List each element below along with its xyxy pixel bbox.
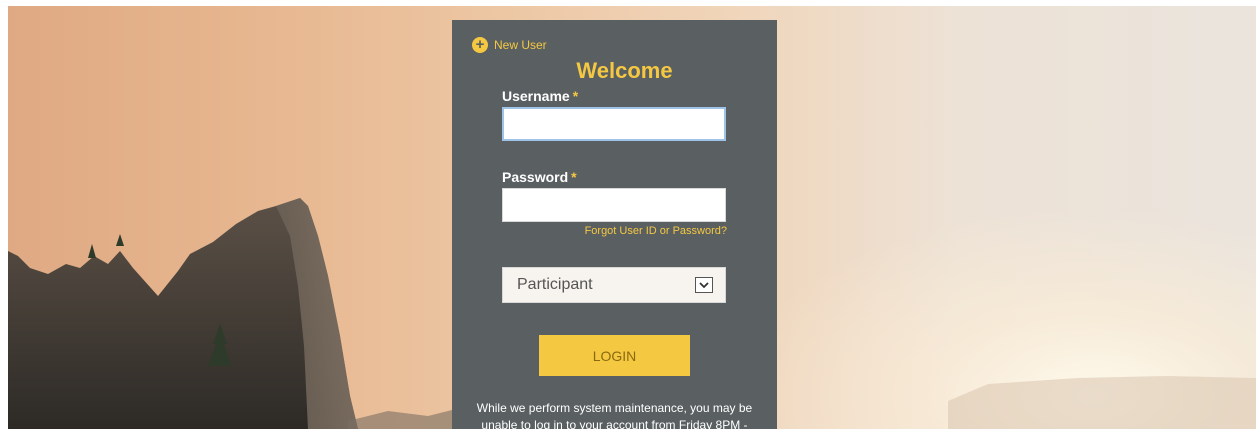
plus-circle-icon: + [472, 37, 488, 53]
chevron-down-icon[interactable] [695, 277, 713, 293]
password-label: Password * [502, 169, 577, 185]
login-panel: + New User Welcome Username * Password * F… [452, 20, 777, 432]
password-input[interactable] [502, 188, 726, 222]
username-label-text: Username [502, 88, 570, 104]
welcome-heading: Welcome [576, 58, 673, 83]
role-select-value: Participant [517, 276, 593, 293]
required-marker: * [571, 169, 577, 185]
login-button[interactable]: LOGIN [539, 335, 690, 376]
required-marker: * [572, 88, 579, 104]
forgot-credentials-link[interactable]: Forgot User ID or Password? [585, 225, 727, 237]
username-input[interactable] [502, 107, 726, 141]
new-user-label: New User [494, 38, 547, 52]
username-label: Username * [502, 88, 578, 104]
maintenance-notice-line-1: While we perform system maintenance, you… [476, 401, 753, 415]
role-select[interactable]: Participant [502, 267, 726, 303]
maintenance-notice-line-2: unable to log in to your account from Fr… [481, 418, 748, 432]
password-label-text: Password [502, 169, 569, 185]
new-user-link[interactable]: + New User [472, 37, 547, 53]
